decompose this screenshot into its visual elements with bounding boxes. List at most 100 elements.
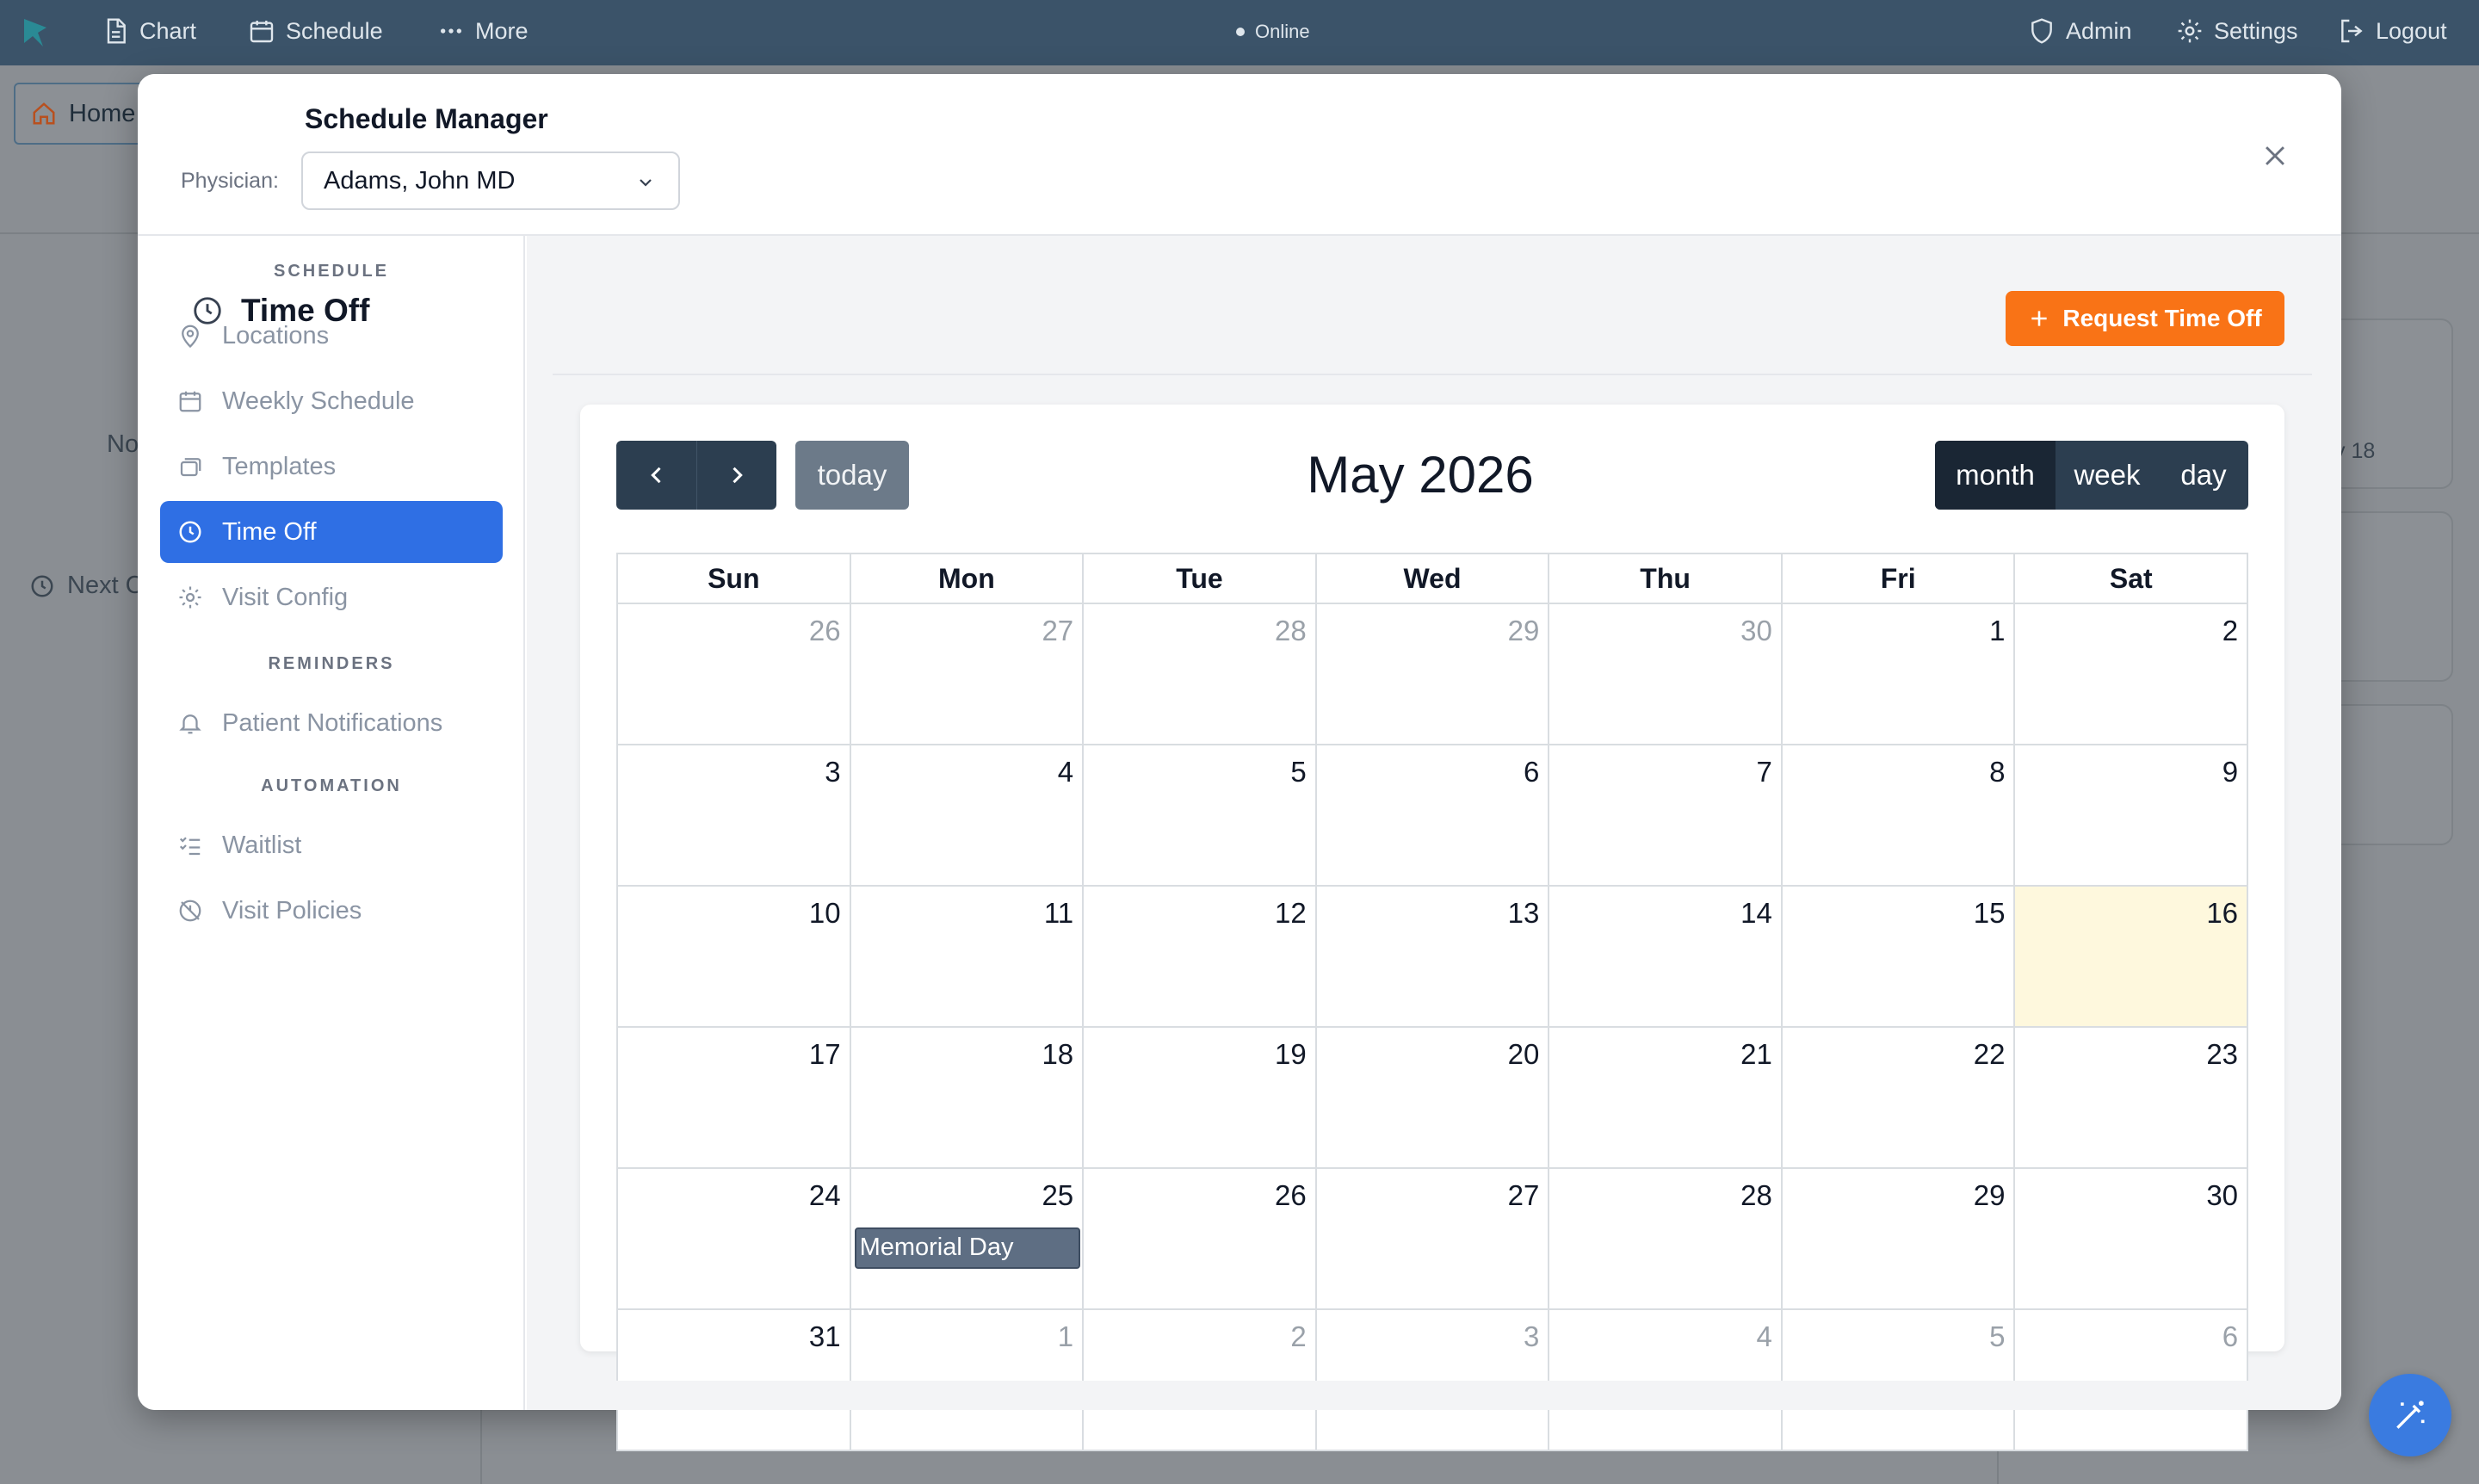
day-number[interactable]: 30	[2206, 1179, 2238, 1212]
request-time-off-button[interactable]: Request Time Off	[2006, 291, 2284, 346]
calendar-day-cell[interactable]: 28	[1549, 1169, 1783, 1310]
day-number[interactable]: 27	[1042, 615, 1073, 647]
day-number[interactable]: 2	[2222, 615, 2238, 647]
day-number[interactable]: 9	[2222, 756, 2238, 788]
day-number[interactable]: 13	[1508, 897, 1540, 930]
day-number[interactable]: 1	[1989, 615, 2005, 647]
day-number[interactable]: 28	[1275, 615, 1307, 647]
day-number[interactable]: 7	[1757, 756, 1772, 788]
sidebar-item-waitlist[interactable]: Waitlist	[160, 814, 503, 876]
calendar-day-cell[interactable]: 3	[618, 745, 851, 887]
calendar-day-cell[interactable]: 20	[1316, 1028, 1550, 1169]
app-logo-icon[interactable]	[21, 14, 57, 50]
day-number[interactable]: 3	[825, 756, 840, 788]
calendar-day-cell[interactable]: 8	[1782, 745, 2016, 887]
calendar-next-button[interactable]	[696, 441, 776, 510]
calendar-day-cell[interactable]: 24	[618, 1169, 851, 1310]
magic-wand-button[interactable]	[2369, 1374, 2451, 1456]
physician-select[interactable]: Adams, John MD	[301, 151, 680, 210]
day-number[interactable]: 30	[1740, 615, 1772, 647]
day-number[interactable]: 6	[1524, 756, 1539, 788]
calendar-day-cell[interactable]: 13	[1316, 887, 1550, 1028]
sidebar-item-time-off[interactable]: Time Off	[160, 501, 503, 563]
calendar-event[interactable]: Memorial Day	[854, 1227, 1080, 1269]
calendar-day-cell[interactable]: 2	[2015, 604, 2249, 745]
calendar-day-cell[interactable]: 5	[1084, 745, 1317, 887]
calendar-day-cell[interactable]: 30	[1549, 604, 1783, 745]
calendar-prev-button[interactable]	[616, 441, 696, 510]
calendar-day-cell[interactable]: 25 Memorial Day	[850, 1169, 1085, 1310]
day-number[interactable]: 20	[1508, 1038, 1540, 1071]
day-number[interactable]: 27	[1508, 1179, 1540, 1212]
day-number[interactable]: 6	[2222, 1320, 2238, 1353]
sidebar-item-templates[interactable]: Templates	[160, 436, 503, 498]
calendar-day-cell[interactable]: 29	[1316, 604, 1550, 745]
calendar-day-cell[interactable]: 17	[618, 1028, 851, 1169]
nav-logout[interactable]: Logout	[2338, 17, 2447, 45]
calendar-day-cell[interactable]: 30	[2015, 1169, 2249, 1310]
nav-settings[interactable]: Settings	[2176, 17, 2298, 45]
calendar-day-cell[interactable]: 4	[850, 745, 1085, 887]
day-number[interactable]: 4	[1757, 1320, 1772, 1353]
view-day-button[interactable]: day	[2159, 441, 2248, 510]
sidebar-item-patient-notifications[interactable]: Patient Notifications	[160, 692, 503, 754]
calendar-day-cell[interactable]: 1	[1782, 604, 2016, 745]
nav-admin[interactable]: Admin	[2028, 17, 2132, 45]
day-number[interactable]: 25	[1042, 1179, 1073, 1212]
day-number[interactable]: 14	[1740, 897, 1772, 930]
day-number[interactable]: 3	[1524, 1320, 1539, 1353]
calendar-day-cell[interactable]: 22	[1782, 1028, 2016, 1169]
day-number[interactable]: 8	[1989, 756, 2005, 788]
day-number[interactable]: 29	[1508, 615, 1540, 647]
calendar-day-cell[interactable]: 14	[1549, 887, 1783, 1028]
day-number[interactable]: 31	[809, 1320, 841, 1353]
day-number[interactable]: 11	[1044, 897, 1073, 930]
day-number[interactable]: 17	[809, 1038, 841, 1071]
calendar-day-cell[interactable]: 10	[618, 887, 851, 1028]
day-number[interactable]: 22	[1974, 1038, 2006, 1071]
calendar-day-cell[interactable]: 19	[1084, 1028, 1317, 1169]
day-number[interactable]: 19	[1275, 1038, 1307, 1071]
calendar-day-cell[interactable]: 26	[1084, 1169, 1317, 1310]
calendar-day-cell[interactable]: 28	[1084, 604, 1317, 745]
day-number[interactable]: 18	[1042, 1038, 1073, 1071]
day-number[interactable]: 5	[1989, 1320, 2005, 1353]
calendar-day-cell[interactable]: 21	[1549, 1028, 1783, 1169]
day-number[interactable]: 5	[1290, 756, 1306, 788]
calendar-day-cell[interactable]: 18	[850, 1028, 1085, 1169]
view-week-button[interactable]: week	[2056, 441, 2159, 510]
calendar-day-cell[interactable]: 11	[850, 887, 1085, 1028]
nav-schedule[interactable]: Schedule	[248, 17, 383, 45]
day-number[interactable]: 15	[1974, 897, 2006, 930]
day-number[interactable]: 26	[1275, 1179, 1307, 1212]
day-number[interactable]: 28	[1740, 1179, 1772, 1212]
calendar-day-cell[interactable]: 27	[850, 604, 1085, 745]
calendar-day-cell[interactable]: 12	[1084, 887, 1317, 1028]
calendar-day-cell[interactable]: 7	[1549, 745, 1783, 887]
day-number[interactable]: 21	[1740, 1038, 1772, 1071]
day-number[interactable]: 29	[1974, 1179, 2006, 1212]
calendar-day-cell[interactable]: 27	[1316, 1169, 1550, 1310]
calendar-day-cell-today[interactable]: 16	[2015, 887, 2249, 1028]
day-number[interactable]: 1	[1058, 1320, 1073, 1353]
view-month-button[interactable]: month	[1935, 441, 2056, 510]
calendar-day-cell[interactable]: 26	[618, 604, 851, 745]
day-number[interactable]: 23	[2206, 1038, 2238, 1071]
day-number[interactable]: 24	[809, 1179, 841, 1212]
calendar-today-button[interactable]: today	[795, 441, 909, 510]
nav-more[interactable]: More	[437, 17, 529, 45]
day-number[interactable]: 10	[809, 897, 841, 930]
sidebar-item-weekly-schedule[interactable]: Weekly Schedule	[160, 370, 503, 432]
day-number[interactable]: 4	[1058, 756, 1073, 788]
calendar-day-cell[interactable]: 29	[1782, 1169, 2016, 1310]
nav-chart[interactable]: Chart	[102, 17, 196, 45]
calendar-day-cell[interactable]: 6	[1316, 745, 1550, 887]
calendar-day-cell[interactable]: 15	[1782, 887, 2016, 1028]
sidebar-item-visit-policies[interactable]: Visit Policies	[160, 880, 503, 942]
close-icon[interactable]	[2260, 141, 2290, 170]
day-number[interactable]: 26	[809, 615, 841, 647]
calendar-day-cell[interactable]: 9	[2015, 745, 2249, 887]
calendar-day-cell[interactable]: 23	[2015, 1028, 2249, 1169]
day-number[interactable]: 2	[1290, 1320, 1306, 1353]
sidebar-item-visit-config[interactable]: Visit Config	[160, 566, 503, 628]
